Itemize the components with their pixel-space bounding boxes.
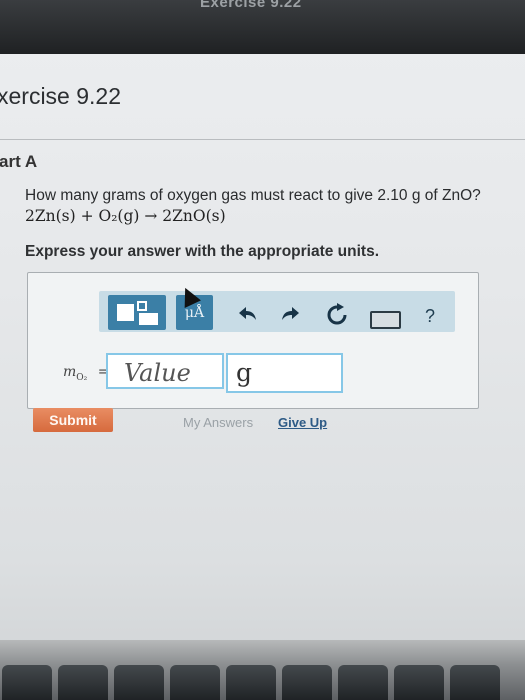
template-block-icon: [117, 304, 134, 321]
submit-button[interactable]: Submit: [33, 408, 113, 432]
keycap: [58, 665, 108, 700]
keycap: [2, 665, 52, 700]
keyboard-icon[interactable]: [370, 311, 401, 329]
keycap: [394, 665, 444, 700]
physical-keyboard-edge: [0, 640, 525, 700]
keycap: [450, 665, 500, 700]
keycap: [282, 665, 332, 700]
top-bar-title: Exercise 9.22: [200, 0, 302, 11]
variable-label: mO₂ =: [63, 364, 109, 383]
reset-icon[interactable]: [325, 303, 349, 333]
help-icon[interactable]: ?: [425, 306, 435, 327]
my-answers-link[interactable]: My Answers: [183, 415, 253, 430]
keycap: [226, 665, 276, 700]
instruction-text: Express your answer with the appropriate…: [25, 243, 380, 260]
keycap: [170, 665, 220, 700]
unit-input[interactable]: g: [226, 353, 343, 393]
keycap: [114, 665, 164, 700]
redo-arrow-icon[interactable]: [280, 304, 302, 330]
undo-arrow-icon[interactable]: [236, 304, 258, 330]
value-input[interactable]: Value: [106, 353, 224, 389]
templates-button[interactable]: [108, 295, 166, 330]
give-up-link[interactable]: Give Up: [278, 415, 327, 430]
variable-symbol: m: [63, 364, 77, 380]
divider: [0, 139, 525, 140]
template-block-icon: [137, 301, 147, 311]
part-label: art A: [0, 152, 38, 171]
template-block-icon: [139, 313, 158, 325]
question-prompt: How many grams of oxygen gas must react …: [25, 187, 481, 204]
chemical-equation: 2Zn(s) + O₂(g) → 2ZnO(s): [25, 207, 226, 225]
exercise-title: xercise 9.22: [0, 83, 122, 109]
variable-subscript: O₂: [76, 372, 88, 383]
screen: Exercise 9.22 xercise 9.22 art A How man…: [0, 0, 525, 700]
keycap: [338, 665, 388, 700]
top-bar: Exercise 9.22: [0, 0, 525, 54]
